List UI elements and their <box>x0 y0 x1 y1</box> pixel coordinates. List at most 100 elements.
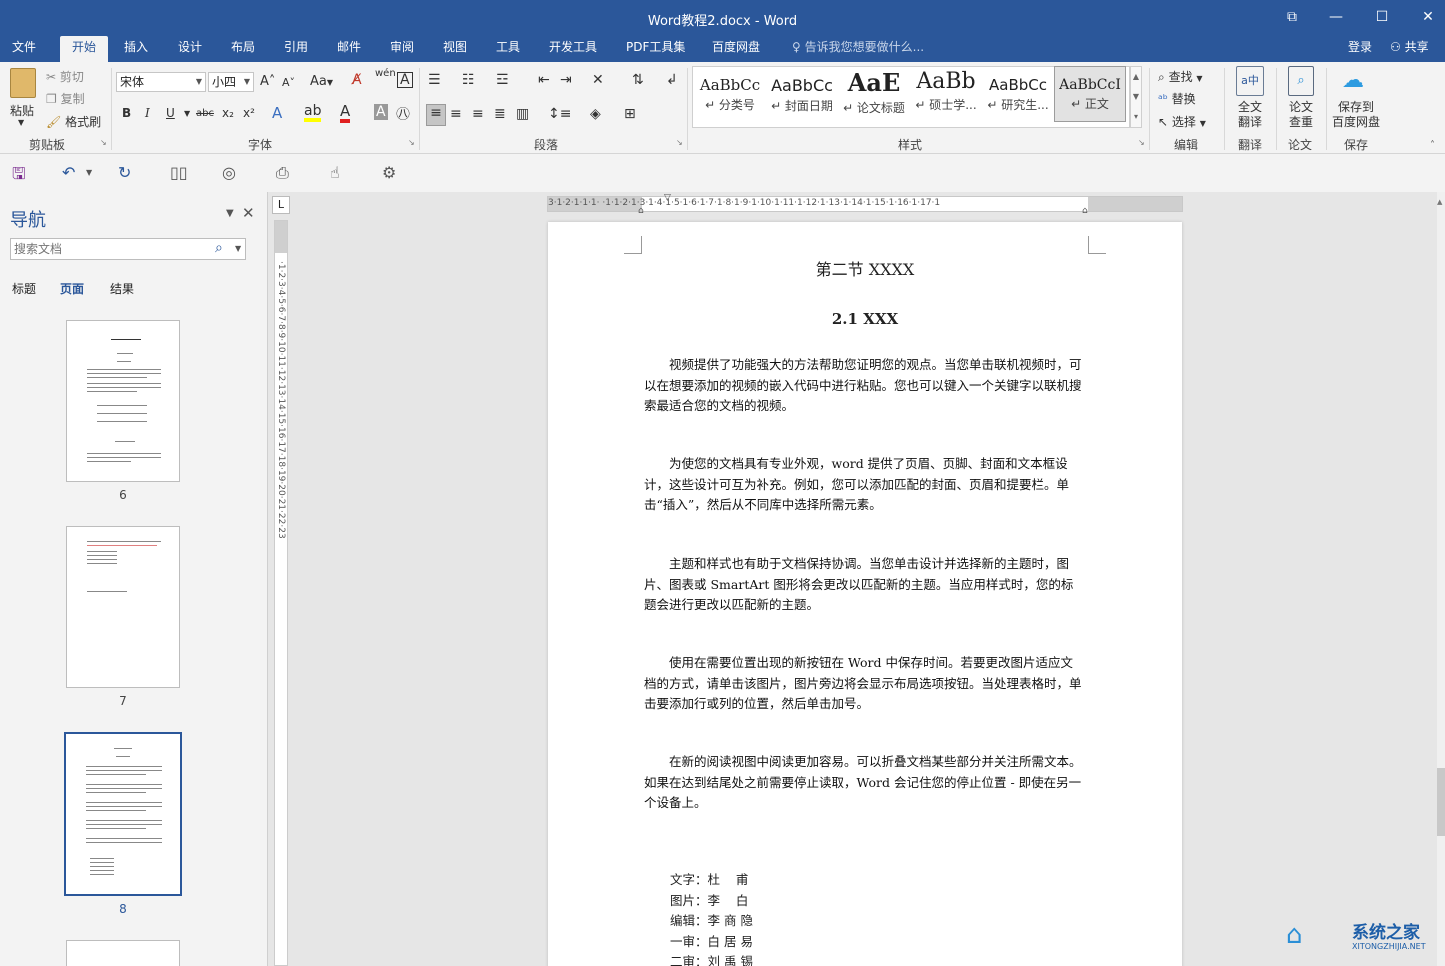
bullets-icon[interactable]: ☰ <box>428 72 441 88</box>
translate-icon[interactable]: a中 <box>1236 66 1264 96</box>
char-border-button[interactable]: A <box>397 72 413 88</box>
highlight-icon[interactable]: ab <box>304 104 322 122</box>
save-icon[interactable]: 🖫 <box>12 163 26 190</box>
italic-button[interactable]: I <box>145 106 150 120</box>
shading-icon[interactable]: ◈ <box>590 106 601 122</box>
login-link[interactable]: 登录 <box>1342 36 1378 62</box>
copy-button[interactable]: ❐ 复制 <box>46 90 85 107</box>
tab-developer[interactable]: 开发工具 <box>543 36 603 62</box>
enclose-char-icon[interactable]: ㊇ <box>396 104 410 124</box>
search-input[interactable] <box>11 239 201 259</box>
full-translate-button[interactable]: 全文 翻译 <box>1238 100 1262 130</box>
page-thumbnail[interactable] <box>66 320 180 482</box>
tab-tools[interactable]: 工具 <box>490 36 526 62</box>
text-effects-icon[interactable]: A <box>272 104 282 122</box>
align-left-icon[interactable]: ≡ <box>426 104 446 126</box>
style-graduate[interactable]: AaBbCc ↵ 研究生... <box>982 66 1054 122</box>
nav-search-box[interactable]: ⌕ ▼ <box>10 238 246 260</box>
restore-ribbon-icon[interactable]: ⧉ <box>1280 6 1304 28</box>
paste-dropdown-icon[interactable]: ▼ <box>18 118 24 127</box>
style-master[interactable]: AaBb ↵ 硕士学... <box>910 66 982 122</box>
print-preview-icon[interactable]: ⎙ <box>276 163 289 183</box>
phonetic-guide-button[interactable]: wén <box>375 68 396 79</box>
line-spacing-icon[interactable]: ↕≡ <box>548 106 571 122</box>
font-name-combo[interactable]: 宋体 ▼ <box>116 72 206 92</box>
tab-references[interactable]: 引用 <box>278 36 314 62</box>
tab-layout[interactable]: 布局 <box>225 36 261 62</box>
font-size-combo[interactable]: 小四 ▼ <box>208 72 254 92</box>
font-launcher-icon[interactable]: ↘ <box>408 138 415 147</box>
tab-baidu-netdisk[interactable]: 百度网盘 <box>706 36 766 62</box>
scroll-thumb[interactable] <box>1437 768 1445 836</box>
style-thesis-title[interactable]: AaE ↵ 论文标题 <box>838 66 910 122</box>
styles-scroll[interactable]: ▲ ▼ ▾ <box>1130 66 1142 128</box>
font-color-icon[interactable]: A <box>340 104 351 123</box>
right-indent-marker[interactable]: ⌂ <box>1082 206 1088 216</box>
show-marks-icon[interactable]: ↲ <box>666 72 678 88</box>
replace-button[interactable]: ᵃᵇ 替换 <box>1158 90 1196 107</box>
save-to-netdisk-button[interactable]: 保存到 百度网盘 <box>1332 100 1380 130</box>
borders-icon[interactable]: ⊞ <box>624 106 636 122</box>
justify-icon[interactable]: ≣ <box>494 106 506 122</box>
tab-file[interactable]: 文件 <box>6 36 42 62</box>
tab-insert[interactable]: 插入 <box>118 36 154 62</box>
close-icon[interactable]: ✕ <box>242 204 255 222</box>
left-indent-marker[interactable]: ⌂ <box>638 206 644 216</box>
grow-font-button[interactable]: A˄ <box>260 74 275 89</box>
minimize-icon[interactable]: — <box>1324 6 1348 28</box>
chevron-down-icon[interactable]: ▼ <box>184 109 190 118</box>
style-classification[interactable]: AaBbCc ↵ 分类号 <box>694 66 766 122</box>
select-button[interactable]: ↖ 选择 ▼ <box>1158 113 1206 130</box>
tab-view[interactable]: 视图 <box>437 36 473 62</box>
change-case-button[interactable]: Aa▼ <box>310 74 333 89</box>
distributed-icon[interactable]: ▥ <box>516 106 529 122</box>
decrease-indent-icon[interactable]: ⇤ <box>538 72 550 88</box>
style-cover-date[interactable]: AaBbCc ↵ 封面日期 <box>766 66 838 122</box>
read-mode-icon[interactable]: ▯▯ <box>170 163 188 182</box>
tab-design[interactable]: 设计 <box>172 36 208 62</box>
document-page[interactable]: 第二节 XXXX 2.1 XXX 视频提供了功能强大的方法帮助您证明您的观点。当… <box>548 222 1182 966</box>
clear-format-icon[interactable]: A̸ <box>352 72 362 88</box>
undo-icon[interactable]: ↶ <box>62 163 75 182</box>
chinese-layout-icon[interactable]: ✕ <box>592 72 604 88</box>
scroll-up-icon[interactable]: ▲ <box>1437 198 1442 206</box>
collapse-ribbon-icon[interactable]: ˄ <box>1430 140 1435 151</box>
align-right-icon[interactable]: ≡ <box>472 106 484 122</box>
page-thumbnail-selected[interactable] <box>64 732 182 896</box>
subscript-button[interactable]: x₂ <box>222 106 234 120</box>
redo-icon[interactable]: ↻ <box>118 163 131 182</box>
search-icon[interactable]: ⌕ <box>215 240 223 256</box>
char-shading-icon[interactable]: A <box>374 104 388 120</box>
strikethrough-button[interactable]: abc <box>196 108 214 119</box>
tab-pdf-tools[interactable]: PDF工具集 <box>620 36 691 62</box>
nav-tab-headings[interactable]: 标题 <box>12 280 36 297</box>
page-thumbnail[interactable] <box>66 940 180 966</box>
find-button[interactable]: ⌕ 查找 ▼ <box>1158 68 1203 85</box>
plagiarism-check-button[interactable]: 论文 查重 <box>1289 100 1313 130</box>
cut-button[interactable]: ✂ 剪切 <box>46 68 84 85</box>
nav-tab-pages[interactable]: 页面 <box>60 280 84 297</box>
tab-selector[interactable]: L <box>272 196 290 214</box>
shrink-font-button[interactable]: A˅ <box>282 76 295 89</box>
close-icon[interactable]: ✕ <box>1416 6 1440 28</box>
customize-icon[interactable]: ⚙ <box>382 163 396 182</box>
numbering-icon[interactable]: ☷ <box>462 72 475 88</box>
plagiarism-check-icon[interactable]: ⌕ <box>1288 66 1314 96</box>
baidu-cloud-icon[interactable]: ☁ <box>1342 68 1364 93</box>
tab-mailings[interactable]: 邮件 <box>331 36 367 62</box>
styles-launcher-icon[interactable]: ↘ <box>1138 138 1145 147</box>
superscript-button[interactable]: x² <box>243 106 255 120</box>
tell-me-box[interactable]: ♀ 告诉我您想要做什么... <box>786 36 930 62</box>
format-painter-button[interactable]: 🖌 格式刷 <box>46 113 101 130</box>
tab-review[interactable]: 审阅 <box>384 36 420 62</box>
chevron-down-icon[interactable]: ▼ <box>235 244 241 253</box>
page-thumbnail[interactable] <box>66 526 180 688</box>
touch-mode-icon[interactable]: ☝ <box>330 163 340 182</box>
first-line-indent-marker[interactable]: ▽ <box>664 193 671 203</box>
vertical-scrollbar[interactable]: ▲ <box>1437 192 1445 966</box>
sort-icon[interactable]: ⇅ <box>632 72 644 88</box>
maximize-icon[interactable]: ☐ <box>1370 6 1394 28</box>
bold-button[interactable]: B <box>122 106 131 120</box>
align-center-icon[interactable]: ≡ <box>450 106 462 122</box>
undo-dropdown-icon[interactable]: ▼ <box>86 168 92 177</box>
